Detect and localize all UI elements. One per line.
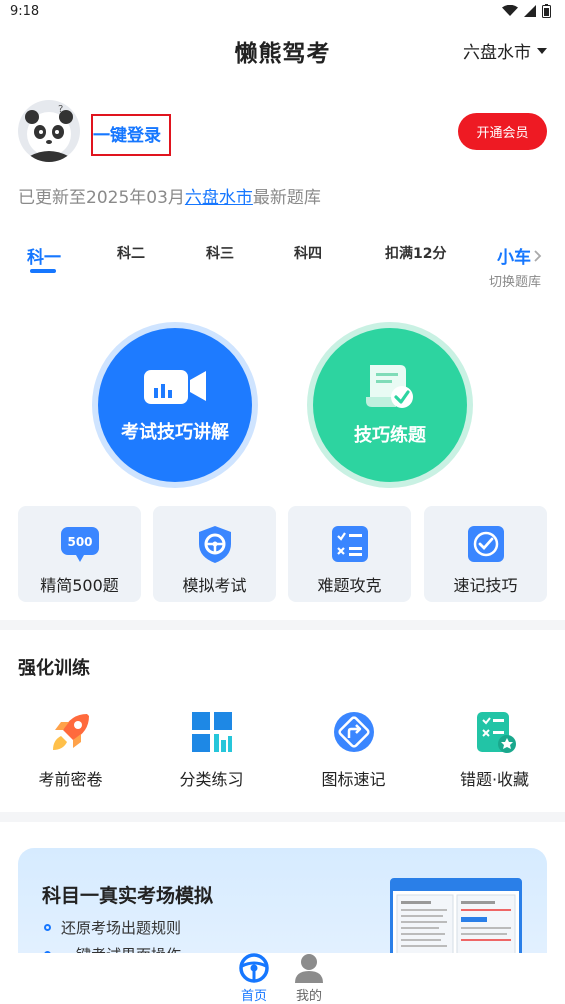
training-item-wrong-favorites[interactable]: 错题·收藏 <box>424 710 565 790</box>
open-vip-button[interactable]: 开通会员 <box>458 113 547 150</box>
video-camera-icon <box>144 370 206 404</box>
active-tab-indicator <box>30 269 56 273</box>
500-badge-icon: 500 <box>60 527 99 562</box>
quick-card-500[interactable]: 500 精简500题 <box>18 506 141 602</box>
tab-full-12-points[interactable]: 扣满12分 <box>385 243 446 263</box>
check-circle-icon <box>467 526 504 562</box>
update-city-link[interactable]: 六盘水市 <box>185 188 253 208</box>
status-time: 9:18 <box>10 4 40 19</box>
nav-label-mine: 我的 <box>295 989 322 1004</box>
bottom-navigation: 首页 我的 <box>0 953 565 1004</box>
vehicle-label: 小车 <box>497 248 531 268</box>
person-icon <box>295 954 323 983</box>
avatar[interactable]: ? <box>18 100 80 162</box>
quick-card-mock-exam[interactable]: 模拟考试 <box>153 506 276 602</box>
training-item-sign-memory[interactable]: 图标速记 <box>283 710 424 790</box>
wifi-icon <box>502 5 518 16</box>
bullet-dot-icon <box>44 924 51 931</box>
nav-item-home[interactable]: 首页 <box>238 953 270 1004</box>
app-root: 9:18 懒熊驾考 六盘水市 ? 一键登录 开通会员 已更新至2025年03月六… <box>0 0 565 1004</box>
battery-icon <box>542 4 551 18</box>
wrong-answers-icon <box>476 712 516 753</box>
steering-shield-icon <box>198 526 231 563</box>
chevron-right-icon <box>534 249 542 262</box>
city-selector[interactable]: 六盘水市 <box>463 38 547 63</box>
training-item-label: 错题·收藏 <box>459 770 530 789</box>
checklist-icon <box>331 526 368 562</box>
svg-text:?: ? <box>58 104 63 115</box>
section-divider <box>0 620 565 630</box>
city-label: 六盘水市 <box>463 43 531 63</box>
exam-tips-lecture-ring: 考试技巧讲解 <box>92 322 258 488</box>
update-suffix: 最新题库 <box>252 188 321 208</box>
one-click-login-link[interactable]: 一键登录 <box>93 121 161 146</box>
steering-wheel-icon <box>239 953 269 983</box>
status-icons <box>502 4 551 18</box>
scroll-check-icon <box>366 365 413 408</box>
caret-down-icon <box>537 47 547 54</box>
tab-subject-3[interactable]: 科三 <box>206 243 234 263</box>
update-prefix: 已更新至2025年03月 <box>18 188 185 208</box>
training-item-category[interactable]: 分类练习 <box>141 710 282 790</box>
tip-practice-label: 技巧练题 <box>354 425 426 446</box>
question-bank-update-text: 已更新至2025年03月六盘水市最新题库 <box>18 183 321 208</box>
panda-avatar-icon: ? <box>25 104 73 162</box>
500-badge-text: 500 <box>67 535 92 549</box>
vehicle-type-selector[interactable]: 小车 <box>497 243 543 268</box>
training-item-pre-exam[interactable]: 考前密卷 <box>0 710 141 790</box>
quick-card-label: 精简500题 <box>40 576 119 595</box>
nav-item-mine[interactable]: 我的 <box>293 953 325 1004</box>
road-sign-icon <box>333 712 374 752</box>
tab-subject-2[interactable]: 科二 <box>117 243 145 263</box>
tip-practice-ring: 技巧练题 <box>307 322 473 488</box>
quick-card-label: 速记技巧 <box>453 576 518 595</box>
training-item-label: 考前密卷 <box>38 770 103 789</box>
exam-tips-lecture-label: 考试技巧讲解 <box>121 422 229 443</box>
quick-card-hard-questions[interactable]: 难题攻克 <box>288 506 411 602</box>
tip-practice-button[interactable]: 技巧练题 <box>313 328 467 482</box>
tab-subject-4[interactable]: 科四 <box>294 243 322 263</box>
grid-icon <box>191 712 232 752</box>
signal-icon <box>524 5 536 17</box>
quick-card-memory-tips[interactable]: 速记技巧 <box>424 506 547 602</box>
tab-subject-1[interactable]: 科一 <box>27 243 61 268</box>
banner-bullet: 还原考场出题规则 <box>44 917 181 938</box>
exam-tips-lecture-button[interactable]: 考试技巧讲解 <box>98 328 252 482</box>
training-item-label: 分类练习 <box>179 770 244 789</box>
quick-card-label: 难题攻克 <box>317 576 382 595</box>
training-item-label: 图标速记 <box>321 770 386 789</box>
switch-question-bank-label[interactable]: 切换题库 <box>489 271 541 290</box>
rocket-icon <box>52 714 89 750</box>
banner-bullet-text: 还原考场出题规则 <box>61 919 182 937</box>
quick-card-label: 模拟考试 <box>182 576 247 595</box>
section-divider <box>0 812 565 822</box>
training-section-title: 强化训练 <box>18 658 90 679</box>
banner-title: 科目一真实考场模拟 <box>42 885 214 907</box>
nav-label-home: 首页 <box>240 989 267 1004</box>
